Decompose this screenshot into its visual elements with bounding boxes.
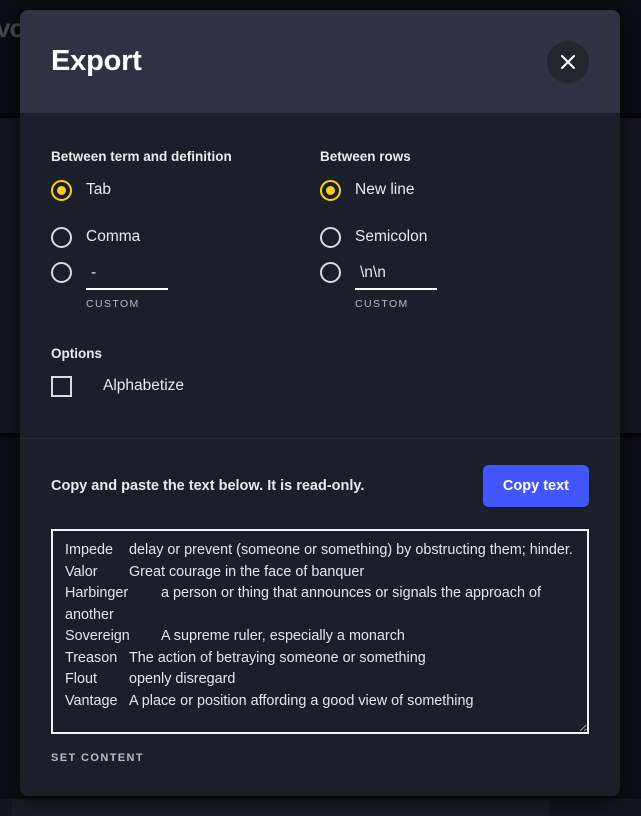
radio-comma-label: Comma [86,228,141,245]
radio-term-custom[interactable] [51,262,72,283]
options-heading: Options [51,346,102,361]
copy-hint: Copy and paste the text below. It is rea… [51,478,365,494]
alphabetize-label: Alphabetize [103,377,185,394]
rows-custom-caption: CUSTOM [355,298,409,310]
rows-column: Between rows New line Semicolon CUSTO [320,113,589,310]
copy-row: Copy and paste the text below. It is rea… [51,465,589,507]
radio-row-comma[interactable]: Comma [51,216,320,258]
rows-custom-input[interactable] [355,262,437,290]
radio-new-line[interactable] [320,179,341,201]
radio-row-tab[interactable]: Tab [51,169,320,211]
set-content-button[interactable]: SET CONTENT [51,752,144,764]
copy-text-button[interactable]: Copy text [482,465,589,507]
alphabetize-row[interactable]: Alphabetize [51,365,589,407]
modal-body: Between term and definition Tab Comma - … [20,113,620,766]
radio-semicolon[interactable] [320,226,341,248]
close-icon [559,53,577,71]
alphabetize-checkbox[interactable] [51,375,72,397]
term-definition-custom-caption: CUSTOM [86,298,140,310]
radio-row-semicolon[interactable]: Semicolon [320,216,589,258]
radio-comma[interactable] [51,226,72,248]
radio-tab-label: Tab [86,181,111,198]
rows-custom-field: CUSTOM [355,262,437,310]
radio-tab[interactable] [51,179,72,201]
radio-row-newline[interactable]: New line [320,169,589,211]
separator-options: Between term and definition Tab Comma - … [51,113,589,310]
rows-heading: Between rows [320,149,411,164]
radio-semicolon-label: Semicolon [355,228,428,245]
term-definition-custom-input[interactable] [86,262,168,290]
modal-header: Export [20,10,620,113]
export-textarea[interactable] [51,529,589,734]
term-definition-custom-field: CUSTOM [86,262,168,310]
radio-rows-custom[interactable] [320,262,341,283]
section-divider [20,438,620,439]
close-button[interactable] [547,40,589,83]
term-definition-heading: Between term and definition [51,149,232,164]
rows-custom-row: CUSTOM [320,262,589,310]
background-bottombar-inner [12,800,550,816]
term-definition-custom-row: CUSTOM [51,262,320,310]
radio-new-line-label: New line [355,181,415,198]
export-modal: Export Between term and definition Tab C… [20,10,620,796]
term-definition-column: Between term and definition Tab Comma - … [51,113,320,310]
screen: vo Export Between term and definition Ta… [0,0,641,816]
page-title: Export [51,45,142,77]
